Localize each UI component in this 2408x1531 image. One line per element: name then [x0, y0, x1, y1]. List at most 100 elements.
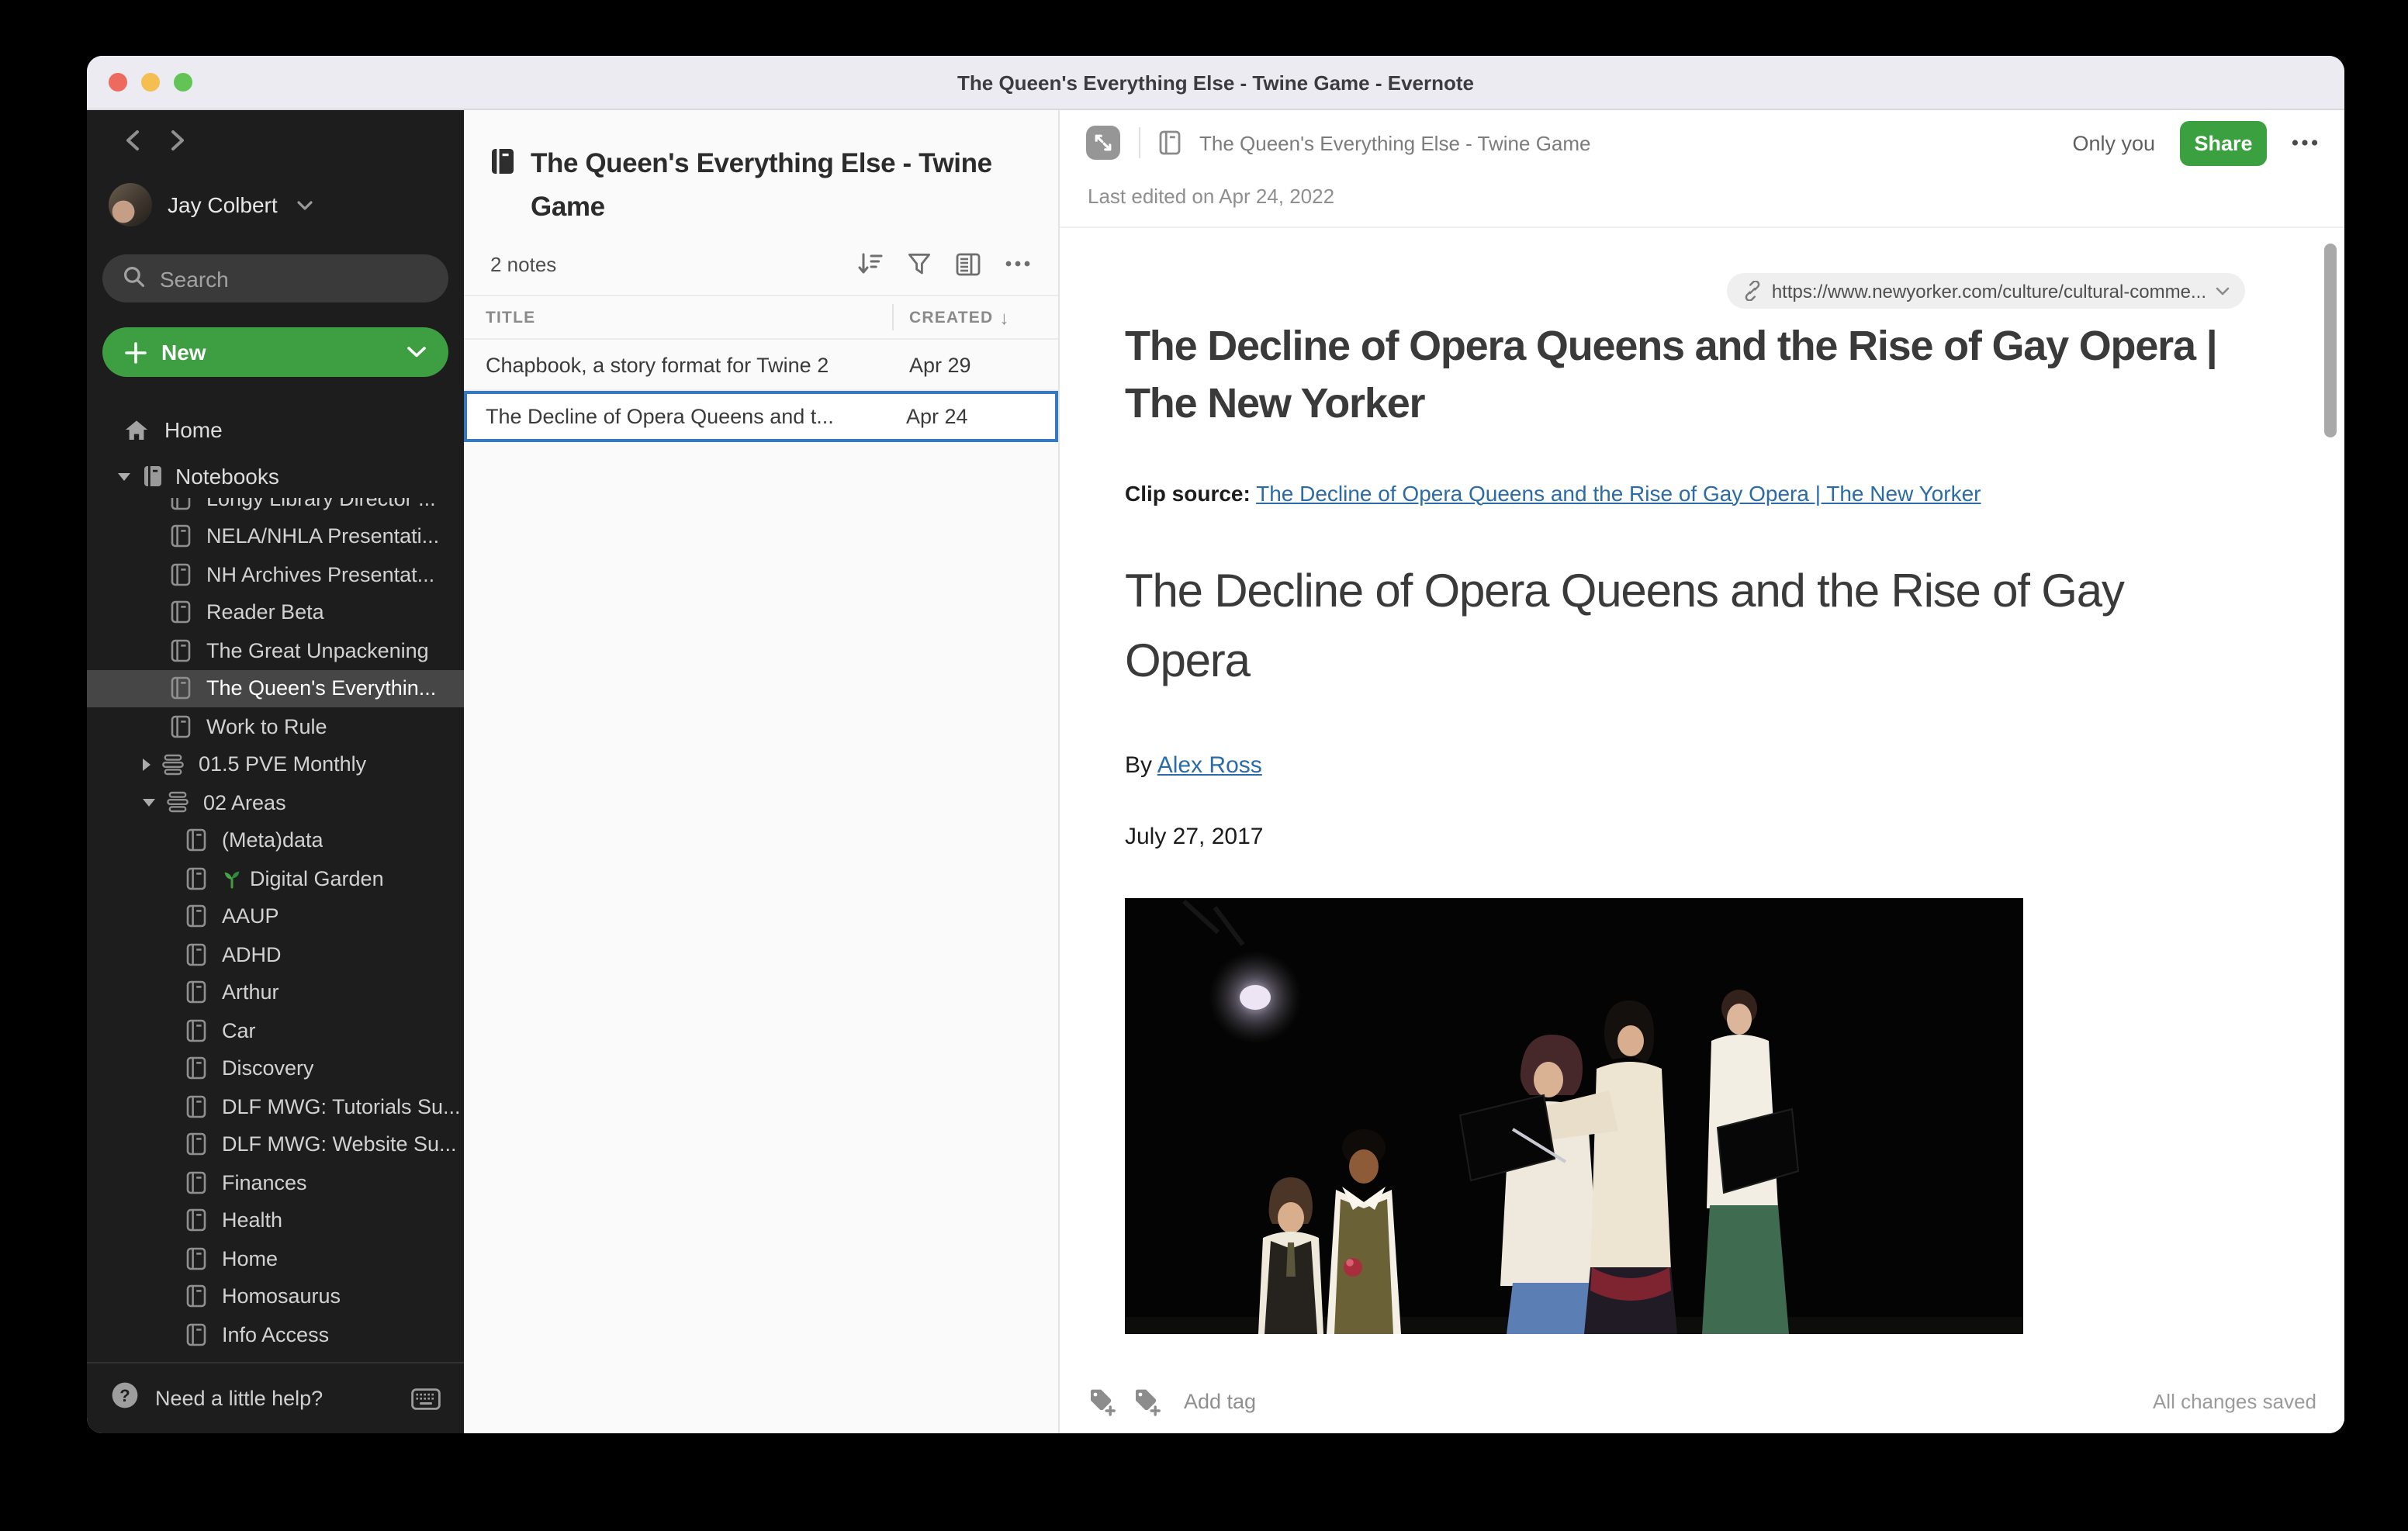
sidebar-notebook-item[interactable]: NH Archives Presentat...: [87, 555, 464, 593]
expand-note-icon[interactable]: [1086, 126, 1120, 160]
keyboard-shortcuts-icon[interactable]: [411, 1388, 441, 1409]
notebook-icon: [186, 1247, 206, 1270]
note-more-icon[interactable]: [2292, 140, 2318, 146]
breadcrumb[interactable]: The Queen's Everything Else - Twine Game: [1199, 131, 1591, 154]
help-label[interactable]: Need a little help?: [155, 1387, 323, 1410]
back-icon[interactable]: [124, 129, 141, 160]
sidebar-item-label: Home: [164, 417, 223, 442]
disclosure-triangle[interactable]: [143, 799, 155, 807]
sort-direction-icon: ↓: [999, 306, 1009, 328]
sidebar-notebook-item[interactable]: Longy Library Director ...: [87, 498, 464, 517]
disclosure-triangle[interactable]: [118, 472, 130, 480]
save-status: All changes saved: [2153, 1389, 2316, 1412]
chevron-down-icon: [2216, 286, 2230, 295]
notebook-icon: [186, 1095, 206, 1118]
help-icon[interactable]: ?: [110, 1380, 140, 1417]
notebook-icon: [186, 1019, 206, 1042]
column-title[interactable]: TITLE: [486, 308, 892, 327]
add-tag-label[interactable]: Add tag: [1184, 1389, 1256, 1412]
sidebar-item-label: Notebooks: [175, 464, 279, 489]
forward-icon[interactable]: [169, 129, 186, 160]
note-content: https://www.newyorker.com/culture/cultur…: [1060, 228, 2344, 1368]
disclosure-triangle[interactable]: [143, 759, 150, 771]
close-button[interactable]: [109, 73, 127, 92]
notebook-list: Longy Library Director ...NELA/NHLA Pres…: [87, 498, 464, 1362]
article-photo: [1125, 897, 2023, 1333]
author-link[interactable]: Alex Ross: [1157, 752, 1262, 778]
notebook-icon: [171, 498, 191, 510]
sharing-status[interactable]: Only you: [2072, 131, 2155, 154]
clipped-url-pill[interactable]: https://www.newyorker.com/culture/cultur…: [1727, 273, 2245, 309]
sidebar-notebook-item[interactable]: Info Access: [87, 1315, 464, 1353]
sidebar-notebook-item[interactable]: (Meta)data: [87, 821, 464, 859]
notebook-icon: [186, 1171, 206, 1194]
note-list-row[interactable]: The Decline of Opera Queens and t...Apr …: [464, 391, 1058, 442]
note-row-title: The Decline of Opera Queens and t...: [486, 405, 891, 428]
plus-icon: [124, 340, 147, 364]
sidebar-notebook-item[interactable]: Health: [87, 1201, 464, 1239]
chevron-down-icon[interactable]: [407, 346, 427, 358]
sort-icon[interactable]: [858, 251, 883, 276]
sidebar-item-label: Discovery: [222, 1057, 314, 1080]
new-button[interactable]: New: [102, 327, 448, 377]
add-tag-icon[interactable]: [1088, 1386, 1117, 1415]
note-count: 2 notes: [490, 252, 556, 275]
notebook-icon: [490, 147, 515, 228]
sidebar-notebook-item[interactable]: Home: [87, 1239, 464, 1277]
note-footer: Add tag All changes saved: [1060, 1368, 2344, 1433]
clip-source-link[interactable]: The Decline of Opera Queens and the Rise…: [1256, 480, 1981, 505]
sidebar-notebook-item[interactable]: Discovery: [87, 1049, 464, 1087]
stack-icon: [166, 792, 189, 814]
clip-source-label: Clip source:: [1125, 480, 1251, 505]
share-button[interactable]: Share: [2180, 120, 2267, 165]
window-title: The Queen's Everything Else - Twine Game…: [957, 71, 1474, 94]
notebook-icon: [171, 677, 191, 700]
sidebar-item-label: Arthur: [222, 981, 279, 1004]
notebook-icon: [186, 1209, 206, 1232]
sidebar-notebook-item[interactable]: Work to Rule: [87, 707, 464, 745]
zoom-button[interactable]: [174, 73, 192, 92]
sidebar-notebook-item[interactable]: Car: [87, 1011, 464, 1049]
filter-icon[interactable]: [908, 252, 931, 275]
add-tag-icon[interactable]: [1133, 1386, 1162, 1415]
article-date: July 27, 2017: [1125, 823, 2344, 849]
sidebar-notebook-item[interactable]: DLF MWG: Website Su...: [87, 1125, 464, 1163]
sidebar-item-label: Health: [222, 1209, 282, 1232]
sidebar-item-home[interactable]: Home: [87, 411, 464, 448]
sidebar-item-label: DLF MWG: Tutorials Su...: [222, 1095, 461, 1118]
search-icon: [123, 264, 146, 292]
sidebar-notebook-item[interactable]: Finances: [87, 1163, 464, 1201]
sidebar-item-label: DLF MWG: Website Su...: [222, 1133, 457, 1156]
scrollbar-thumb[interactable]: [2324, 244, 2337, 437]
view-options-icon[interactable]: [956, 252, 981, 275]
sidebar-notebook-item[interactable]: Reader Beta: [87, 593, 464, 631]
sidebar-stack-item[interactable]: 02 Areas: [87, 783, 464, 821]
sidebar-notebook-item[interactable]: Homosaurus: [87, 1277, 464, 1315]
note-title[interactable]: The Decline of Opera Queens and the Rise…: [1125, 318, 2248, 434]
notebook-icon: [186, 867, 206, 890]
note-list-row[interactable]: Chapbook, a story format for Twine 2Apr …: [464, 340, 1058, 391]
sidebar-notebook-item[interactable]: The Queen's Everythin...: [87, 669, 464, 707]
sidebar-notebook-item[interactable]: Arthur: [87, 973, 464, 1011]
sidebar-item-label: 01.5 PVE Monthly: [199, 753, 366, 776]
column-created[interactable]: CREATED ↓: [892, 304, 1058, 330]
notebook-icon: [186, 1133, 206, 1156]
note-list-pane: The Queen's Everything Else - Twine Game…: [464, 110, 1060, 1433]
sidebar-stack-item[interactable]: 01.5 PVE Monthly: [87, 745, 464, 783]
sidebar-item-notebooks[interactable]: Notebooks: [87, 458, 464, 495]
more-options-icon[interactable]: [1005, 261, 1030, 267]
user-name: Jay Colbert: [168, 192, 278, 217]
note-row-title: Chapbook, a story format for Twine 2: [486, 353, 894, 376]
minimize-button[interactable]: [141, 73, 160, 92]
note-row-created: Apr 24: [891, 405, 1055, 428]
sidebar-notebook-item[interactable]: Digital Garden: [87, 859, 464, 897]
search-input[interactable]: Search: [102, 254, 448, 302]
sidebar-notebook-item[interactable]: AAUP: [87, 897, 464, 935]
account-menu[interactable]: Jay Colbert: [109, 183, 464, 226]
sidebar-notebook-item[interactable]: The Great Unpackening: [87, 631, 464, 669]
sidebar-notebook-item[interactable]: NELA/NHLA Presentati...: [87, 517, 464, 555]
sidebar-notebook-item[interactable]: ADHD: [87, 935, 464, 973]
sidebar-notebook-item[interactable]: DLF MWG: Tutorials Su...: [87, 1087, 464, 1125]
svg-text:?: ?: [119, 1385, 130, 1405]
sidebar-footer: ? Need a little help?: [87, 1362, 464, 1433]
